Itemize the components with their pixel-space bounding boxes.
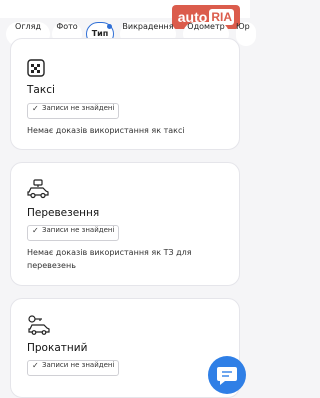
active-indicator-dot xyxy=(107,24,112,29)
truck-icon xyxy=(27,179,49,203)
status-badge: ✓ Записи не знайдені xyxy=(27,225,120,241)
tab-label: Юр xyxy=(236,22,250,31)
card-description: Немає доказів використання як ТЗ для пер… xyxy=(27,248,192,270)
status-badge: ✓ Записи не знайдені xyxy=(27,360,120,376)
status-text: Записи не знайдені xyxy=(42,104,115,112)
rental-car-key-icon xyxy=(27,315,51,339)
card-description: Немає доказів використання як таксі xyxy=(27,126,185,135)
card-title: Таксі xyxy=(27,84,55,96)
tab-label: Фото xyxy=(56,22,78,31)
check-icon: ✓ xyxy=(32,226,39,235)
tab-label: Тип xyxy=(91,29,109,38)
tab-legal[interactable]: Юр xyxy=(236,22,256,46)
taxi-icon xyxy=(27,59,45,81)
chat-button[interactable] xyxy=(208,356,246,394)
status-text: Записи не знайдені xyxy=(42,361,115,369)
status-badge: ✓ Записи не знайдені xyxy=(27,103,120,119)
check-icon: ✓ xyxy=(32,104,39,113)
chat-icon xyxy=(217,367,237,385)
tab-label: Огляд xyxy=(15,22,41,31)
card-title: Перевезення xyxy=(27,207,100,219)
check-icon: ✓ xyxy=(32,361,39,370)
card-transportation: Перевезення ✓ Записи не знайдені Немає д… xyxy=(10,162,240,286)
card-rental: Прокатний ✓ Записи не знайдені xyxy=(10,298,240,398)
card-title: Прокатний xyxy=(27,342,88,354)
tab-label: Одометр xyxy=(187,22,225,31)
card-taxi: Таксі ✓ Записи не знайдені Немає доказів… xyxy=(10,38,240,150)
tab-label: Викрадення xyxy=(122,22,174,31)
status-text: Записи не знайдені xyxy=(42,226,115,234)
